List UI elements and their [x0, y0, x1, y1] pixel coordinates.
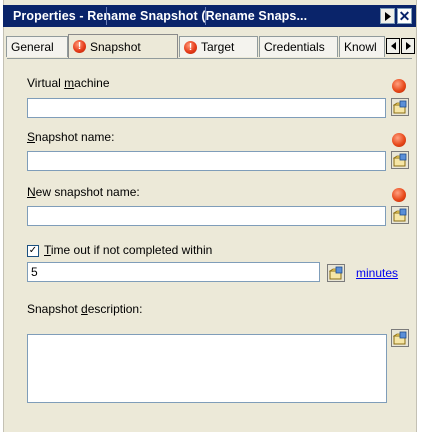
tab-scroll-left-button[interactable]	[386, 38, 400, 54]
tab-target[interactable]: ! Target	[179, 36, 258, 57]
browse-icon	[393, 331, 407, 345]
browse-icon	[393, 100, 407, 114]
error-icon	[392, 79, 406, 93]
tab-scroll-right-button[interactable]	[401, 38, 415, 54]
browse-icon	[393, 208, 407, 222]
title-bar[interactable]: Properties - Rename Snapshot (Rename Sna…	[3, 5, 416, 27]
browse-icon	[393, 153, 407, 167]
timeout-label: Time out if not completed within	[44, 243, 213, 257]
menu-arrow-button[interactable]	[380, 8, 395, 24]
tab-knowledge[interactable]: Knowl	[339, 36, 385, 57]
error-icon: !	[73, 40, 86, 53]
tab-label: Credentials	[264, 40, 325, 54]
snapshot-name-browse-button[interactable]	[391, 151, 409, 169]
new-snapshot-name-input[interactable]	[27, 206, 386, 226]
tab-label: General	[11, 40, 54, 54]
triangle-right-icon	[384, 11, 391, 21]
new-snapshot-name-browse-button[interactable]	[391, 206, 409, 224]
timeout-checkbox[interactable]: ✓	[27, 245, 39, 257]
snapshot-name-input[interactable]	[27, 151, 386, 171]
triangle-right-icon	[405, 42, 411, 50]
tab-general[interactable]: General	[6, 36, 68, 57]
virtual-machine-input[interactable]	[27, 98, 386, 118]
snapshot-description-browse-button[interactable]	[391, 329, 409, 347]
new-snapshot-name-label: New snapshot name:	[27, 185, 140, 199]
timeout-unit-link[interactable]: minutes	[356, 266, 398, 280]
timeout-input[interactable]: 5	[27, 262, 320, 282]
snapshot-description-label: Snapshot description:	[27, 302, 143, 316]
tab-label: Target	[201, 40, 235, 54]
title-separator	[205, 7, 206, 25]
snapshot-name-label: Snapshot name:	[27, 130, 115, 144]
window-title: Properties - Rename Snapshot (Rename Sna…	[13, 9, 308, 23]
title-separator	[106, 7, 107, 25]
tab-strip: General ! Snapshot ! Target Credentials …	[3, 34, 416, 58]
error-icon: !	[184, 40, 197, 54]
error-icon	[392, 188, 406, 202]
timeout-browse-button[interactable]	[327, 264, 345, 282]
tab-credentials[interactable]: Credentials	[259, 36, 338, 57]
tab-label: Knowl	[344, 40, 377, 54]
snapshot-description-textarea[interactable]	[27, 334, 387, 403]
virtual-machine-browse-button[interactable]	[391, 98, 409, 116]
virtual-machine-label: Virtual machine	[27, 76, 110, 90]
close-button[interactable]: ✕	[397, 8, 412, 24]
close-icon: ✕	[398, 8, 411, 24]
triangle-left-icon	[390, 42, 396, 50]
tab-label: Snapshot	[90, 39, 141, 54]
tab-snapshot[interactable]: ! Snapshot	[68, 34, 178, 58]
browse-icon	[329, 266, 343, 280]
error-icon	[392, 133, 406, 147]
